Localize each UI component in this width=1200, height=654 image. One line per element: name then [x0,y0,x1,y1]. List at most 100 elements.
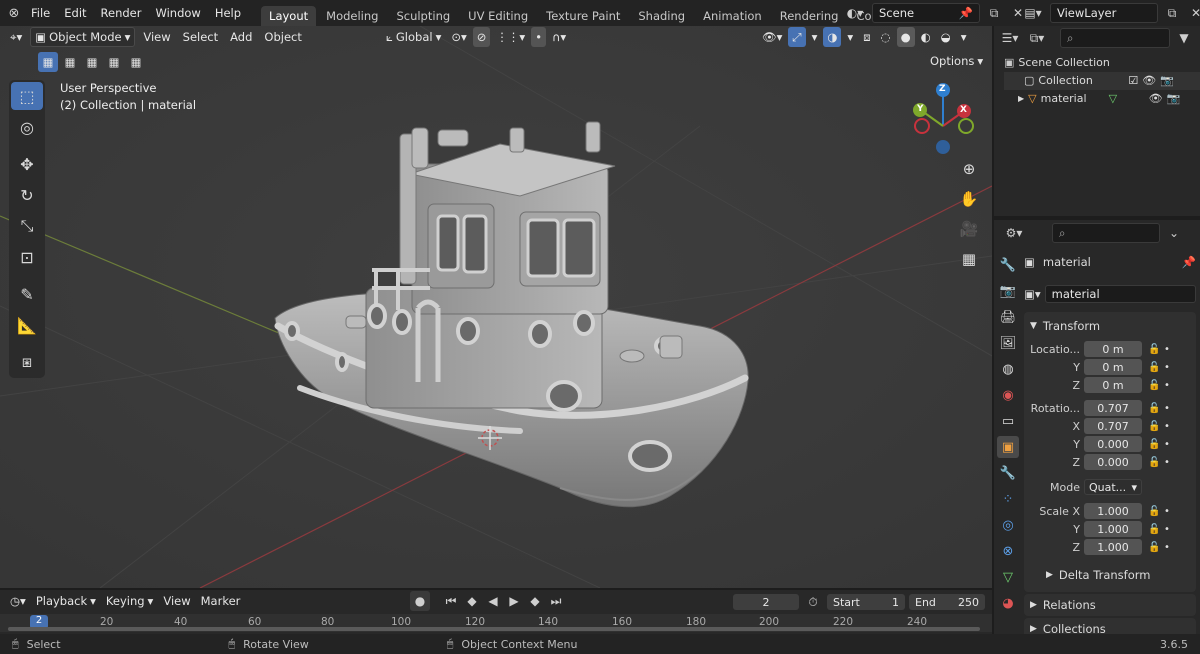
visibility-dropdown[interactable]: 👁▾ [758,27,786,47]
menu-add[interactable]: Add [226,27,256,47]
menu-select[interactable]: Select [179,27,222,47]
pivot-dropdown[interactable]: ⊙▾ [447,27,470,47]
constraints-tab-icon[interactable]: ⊗ [997,540,1019,562]
outliner-row-scene[interactable]: ▣ Scene Collection [1004,54,1200,72]
orientation-dropdown[interactable]: ⟀ Global ▾ [382,27,445,47]
keyframe-dot-icon[interactable]: • [1162,344,1172,355]
delete-viewlayer-icon[interactable]: ✕ [1186,3,1200,23]
keyframe-dot-icon[interactable]: • [1162,506,1172,517]
keyframe-dot-icon[interactable]: • [1162,439,1172,450]
menu-edit[interactable]: Edit [57,0,93,26]
scene-field[interactable]: Scene 📌 [872,3,980,23]
annotate-tool-icon[interactable]: ✎ [11,280,43,308]
filter-icon[interactable]: ▼ [1174,28,1194,48]
keyframe-dot-icon[interactable]: • [1162,542,1172,553]
keyframe-dot-icon[interactable]: • [1162,421,1172,432]
snap-toggle[interactable]: ⊘ [472,27,491,47]
scene-tab-icon[interactable]: ◍ [997,358,1019,380]
viewlayer-field[interactable]: ViewLayer [1050,3,1158,23]
select-intersect-button[interactable]: ▦ [126,52,146,72]
menu-render[interactable]: Render [94,0,149,26]
camera-icon[interactable]: 📷 [1167,90,1181,108]
playback-menu[interactable]: Playback ▾ [32,591,100,611]
snap-dropdown[interactable]: ⋮⋮▾ [492,27,529,47]
material-shading-button[interactable]: ◐ [917,27,935,47]
properties-editor-icon[interactable]: ⚙▾ [1000,223,1028,243]
rotate-tool-icon[interactable]: ↻ [11,181,43,209]
location-x-field[interactable]: 0 m [1084,341,1142,357]
prev-keyframe-icon[interactable]: ◆ [462,591,482,611]
scale-y-field[interactable]: 1.000 [1084,521,1142,537]
menu-help[interactable]: Help [208,0,248,26]
lock-icon[interactable]: 🔓 [1148,439,1162,450]
outliner-row-collection[interactable]: ▢ Collection ☑ 👁 📷 [1004,72,1200,90]
modifier-tab-icon[interactable]: 🔧 [997,462,1019,484]
perspective-grid-icon[interactable]: ▦ [956,246,982,272]
select-subtract-button[interactable]: ▦ [82,52,102,72]
keyframe-dot-icon[interactable]: • [1162,362,1172,373]
rotation-mode-dropdown[interactable]: Quat... ▾ [1084,479,1142,495]
tab-modeling[interactable]: Modeling [318,6,386,26]
lock-icon[interactable]: 🔓 [1148,542,1162,553]
object-name-field[interactable]: material [1044,285,1196,303]
timeline-ruler[interactable]: 2 20 40 60 80 100 120 140 160 180 200 22… [0,614,992,632]
object-mode-dropdown[interactable]: ▣ Object Mode ▾ [30,27,136,47]
relations-header[interactable]: ▶ Relations [1024,594,1196,616]
stopwatch-icon[interactable]: ⏱ [803,592,823,612]
end-frame-field[interactable]: End 250 [909,594,985,610]
lock-icon[interactable]: 🔓 [1148,421,1162,432]
falloff-dropdown[interactable]: ∩▾ [548,27,570,47]
overlay-dropdown[interactable]: ▾ [843,27,857,47]
move-tool-icon[interactable]: ✥ [11,150,43,178]
keyframe-dot-icon[interactable]: • [1162,457,1172,468]
rotation-w-field[interactable]: 0.707 [1084,400,1142,416]
tab-shading[interactable]: Shading [630,6,693,26]
marker-menu[interactable]: Marker [197,591,245,611]
measure-tool-icon[interactable]: 📐 [11,311,43,339]
outliner-editor-icon[interactable]: ☰▾ [1000,28,1020,48]
scene-icon[interactable]: ◐▾ [842,3,868,23]
next-keyframe-icon[interactable]: ◆ [525,591,545,611]
record-icon[interactable]: ● [410,591,430,611]
expand-arrow-icon[interactable]: ▶ [1018,90,1024,108]
menu-view[interactable]: View [139,27,174,47]
pin-icon[interactable]: 📌 [959,6,973,20]
tab-animation[interactable]: Animation [695,6,770,26]
editor-type-dropdown[interactable]: ⌖▾ [6,27,26,47]
current-frame-field[interactable]: 2 [733,594,799,610]
scale-z-field[interactable]: 1.000 [1084,539,1142,555]
properties-search-input[interactable]: ⌕ [1052,223,1160,243]
tab-texture-paint[interactable]: Texture Paint [538,6,628,26]
transform-tool-icon[interactable]: ⊡ [11,243,43,271]
menu-window[interactable]: Window [148,0,207,26]
lock-icon[interactable]: 🔓 [1148,362,1162,373]
3d-viewport[interactable]: Z X Y ⌖▾ ▣ Object Mode ▾ View Select Add… [0,26,992,588]
jump-end-icon[interactable]: ⏭ [546,591,566,611]
play-reverse-icon[interactable]: ◀ [483,591,503,611]
eye-icon[interactable]: 👁 [1142,72,1156,90]
blender-logo-icon[interactable]: ⊗ [4,3,24,23]
object-data-dropdown-icon[interactable]: ▣▾ [1024,287,1041,301]
lock-icon[interactable]: 🔓 [1148,344,1162,355]
eye-icon[interactable]: 👁 [1149,90,1163,108]
lock-icon[interactable]: 🔓 [1148,457,1162,468]
select-new-button[interactable]: ▦ [38,52,58,72]
menu-object[interactable]: Object [260,27,305,47]
view-layer-tab-icon[interactable]: 🖼 [997,332,1019,354]
cursor-tool-icon[interactable]: ◎ [11,113,43,141]
lock-icon[interactable]: 🔓 [1148,524,1162,535]
outliner-search-input[interactable]: ⌕ [1060,28,1170,48]
outliner-row-object[interactable]: ▶ ▽ material ▽ 👁 📷 [1004,90,1200,108]
select-extend-button[interactable]: ▦ [60,52,80,72]
camera-view-icon[interactable]: 🎥 [956,216,982,242]
transform-header[interactable]: ▼ Transform [1024,316,1196,336]
play-icon[interactable]: ▶ [504,591,524,611]
jump-start-icon[interactable]: ⏮ [441,591,461,611]
menu-file[interactable]: File [24,0,57,26]
xray-toggle[interactable]: ⧈ [859,27,874,47]
rendered-shading-button[interactable]: ◒ [937,27,955,47]
lock-icon[interactable]: 🔓 [1148,380,1162,391]
add-cube-tool-icon[interactable]: ⧆ [11,348,43,376]
gizmo-toggle[interactable]: ⤢ [788,27,806,47]
world-tab-icon[interactable]: ◉ [997,384,1019,406]
